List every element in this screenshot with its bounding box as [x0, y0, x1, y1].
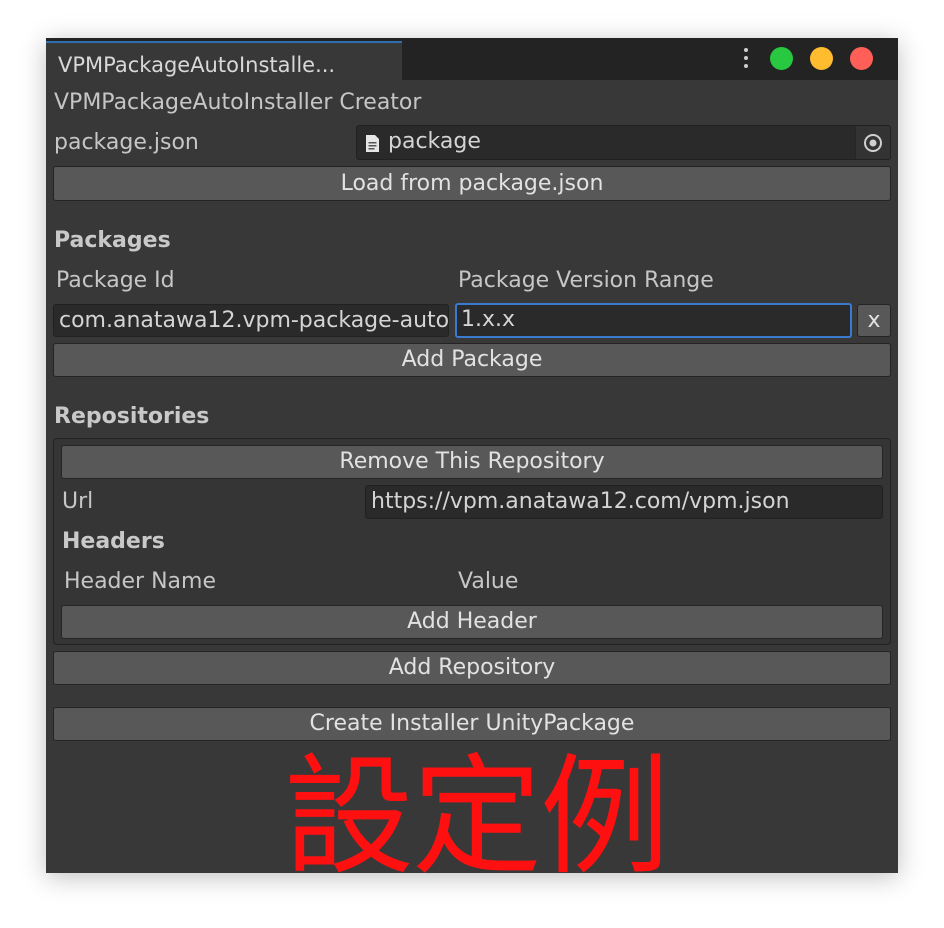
- remove-package-button[interactable]: x: [857, 304, 891, 337]
- headers-heading: Headers: [62, 529, 165, 554]
- header-name-column-header: Header Name: [64, 569, 217, 594]
- repository-url-value: https://vpm.anatawa12.com/vpm.json: [371, 489, 790, 514]
- kebab-menu-icon[interactable]: [741, 48, 751, 70]
- url-label: Url: [62, 489, 94, 514]
- remove-repository-button[interactable]: Remove This Repository: [61, 445, 883, 479]
- package-id-value: com.anatawa12.vpm-package-auto-installer: [59, 308, 449, 333]
- package-id-column-header: Package Id: [56, 268, 175, 293]
- add-header-button[interactable]: Add Header: [61, 605, 883, 639]
- package-json-label: package.json: [54, 130, 199, 155]
- repository-url-field[interactable]: https://vpm.anatawa12.com/vpm.json: [365, 485, 883, 519]
- load-from-package-json-button[interactable]: Load from package.json: [53, 166, 891, 201]
- add-repository-button[interactable]: Add Repository: [53, 651, 891, 685]
- package-version-range-column-header: Package Version Range: [458, 268, 714, 293]
- package-json-value: package: [388, 129, 481, 154]
- package-version-range-field[interactable]: 1.x.x: [455, 303, 852, 338]
- package-id-field[interactable]: com.anatawa12.vpm-package-auto-installer: [53, 304, 449, 337]
- repositories-heading: Repositories: [54, 404, 210, 429]
- repository-panel: Remove This Repository Url https://vpm.a…: [53, 438, 891, 645]
- minimize-button[interactable]: [810, 47, 833, 70]
- add-package-button[interactable]: Add Package: [53, 343, 891, 377]
- package-version-range-value: 1.x.x: [461, 307, 516, 332]
- tab-title: VPMPackageAutoInstalle...: [58, 53, 336, 77]
- close-button[interactable]: [850, 47, 873, 70]
- title-bar: VPMPackageAutoInstalle...: [46, 38, 898, 80]
- packages-heading: Packages: [54, 228, 171, 253]
- window-tab[interactable]: VPMPackageAutoInstalle...: [46, 41, 402, 80]
- page-title: VPMPackageAutoInstaller Creator: [54, 90, 422, 115]
- header-value-column-header: Value: [458, 569, 519, 594]
- document-icon: [366, 135, 379, 152]
- package-json-field[interactable]: package: [356, 125, 891, 160]
- object-picker-icon[interactable]: [855, 126, 890, 159]
- example-overlay-text: 設定例: [284, 741, 670, 893]
- maximize-button[interactable]: [770, 47, 793, 70]
